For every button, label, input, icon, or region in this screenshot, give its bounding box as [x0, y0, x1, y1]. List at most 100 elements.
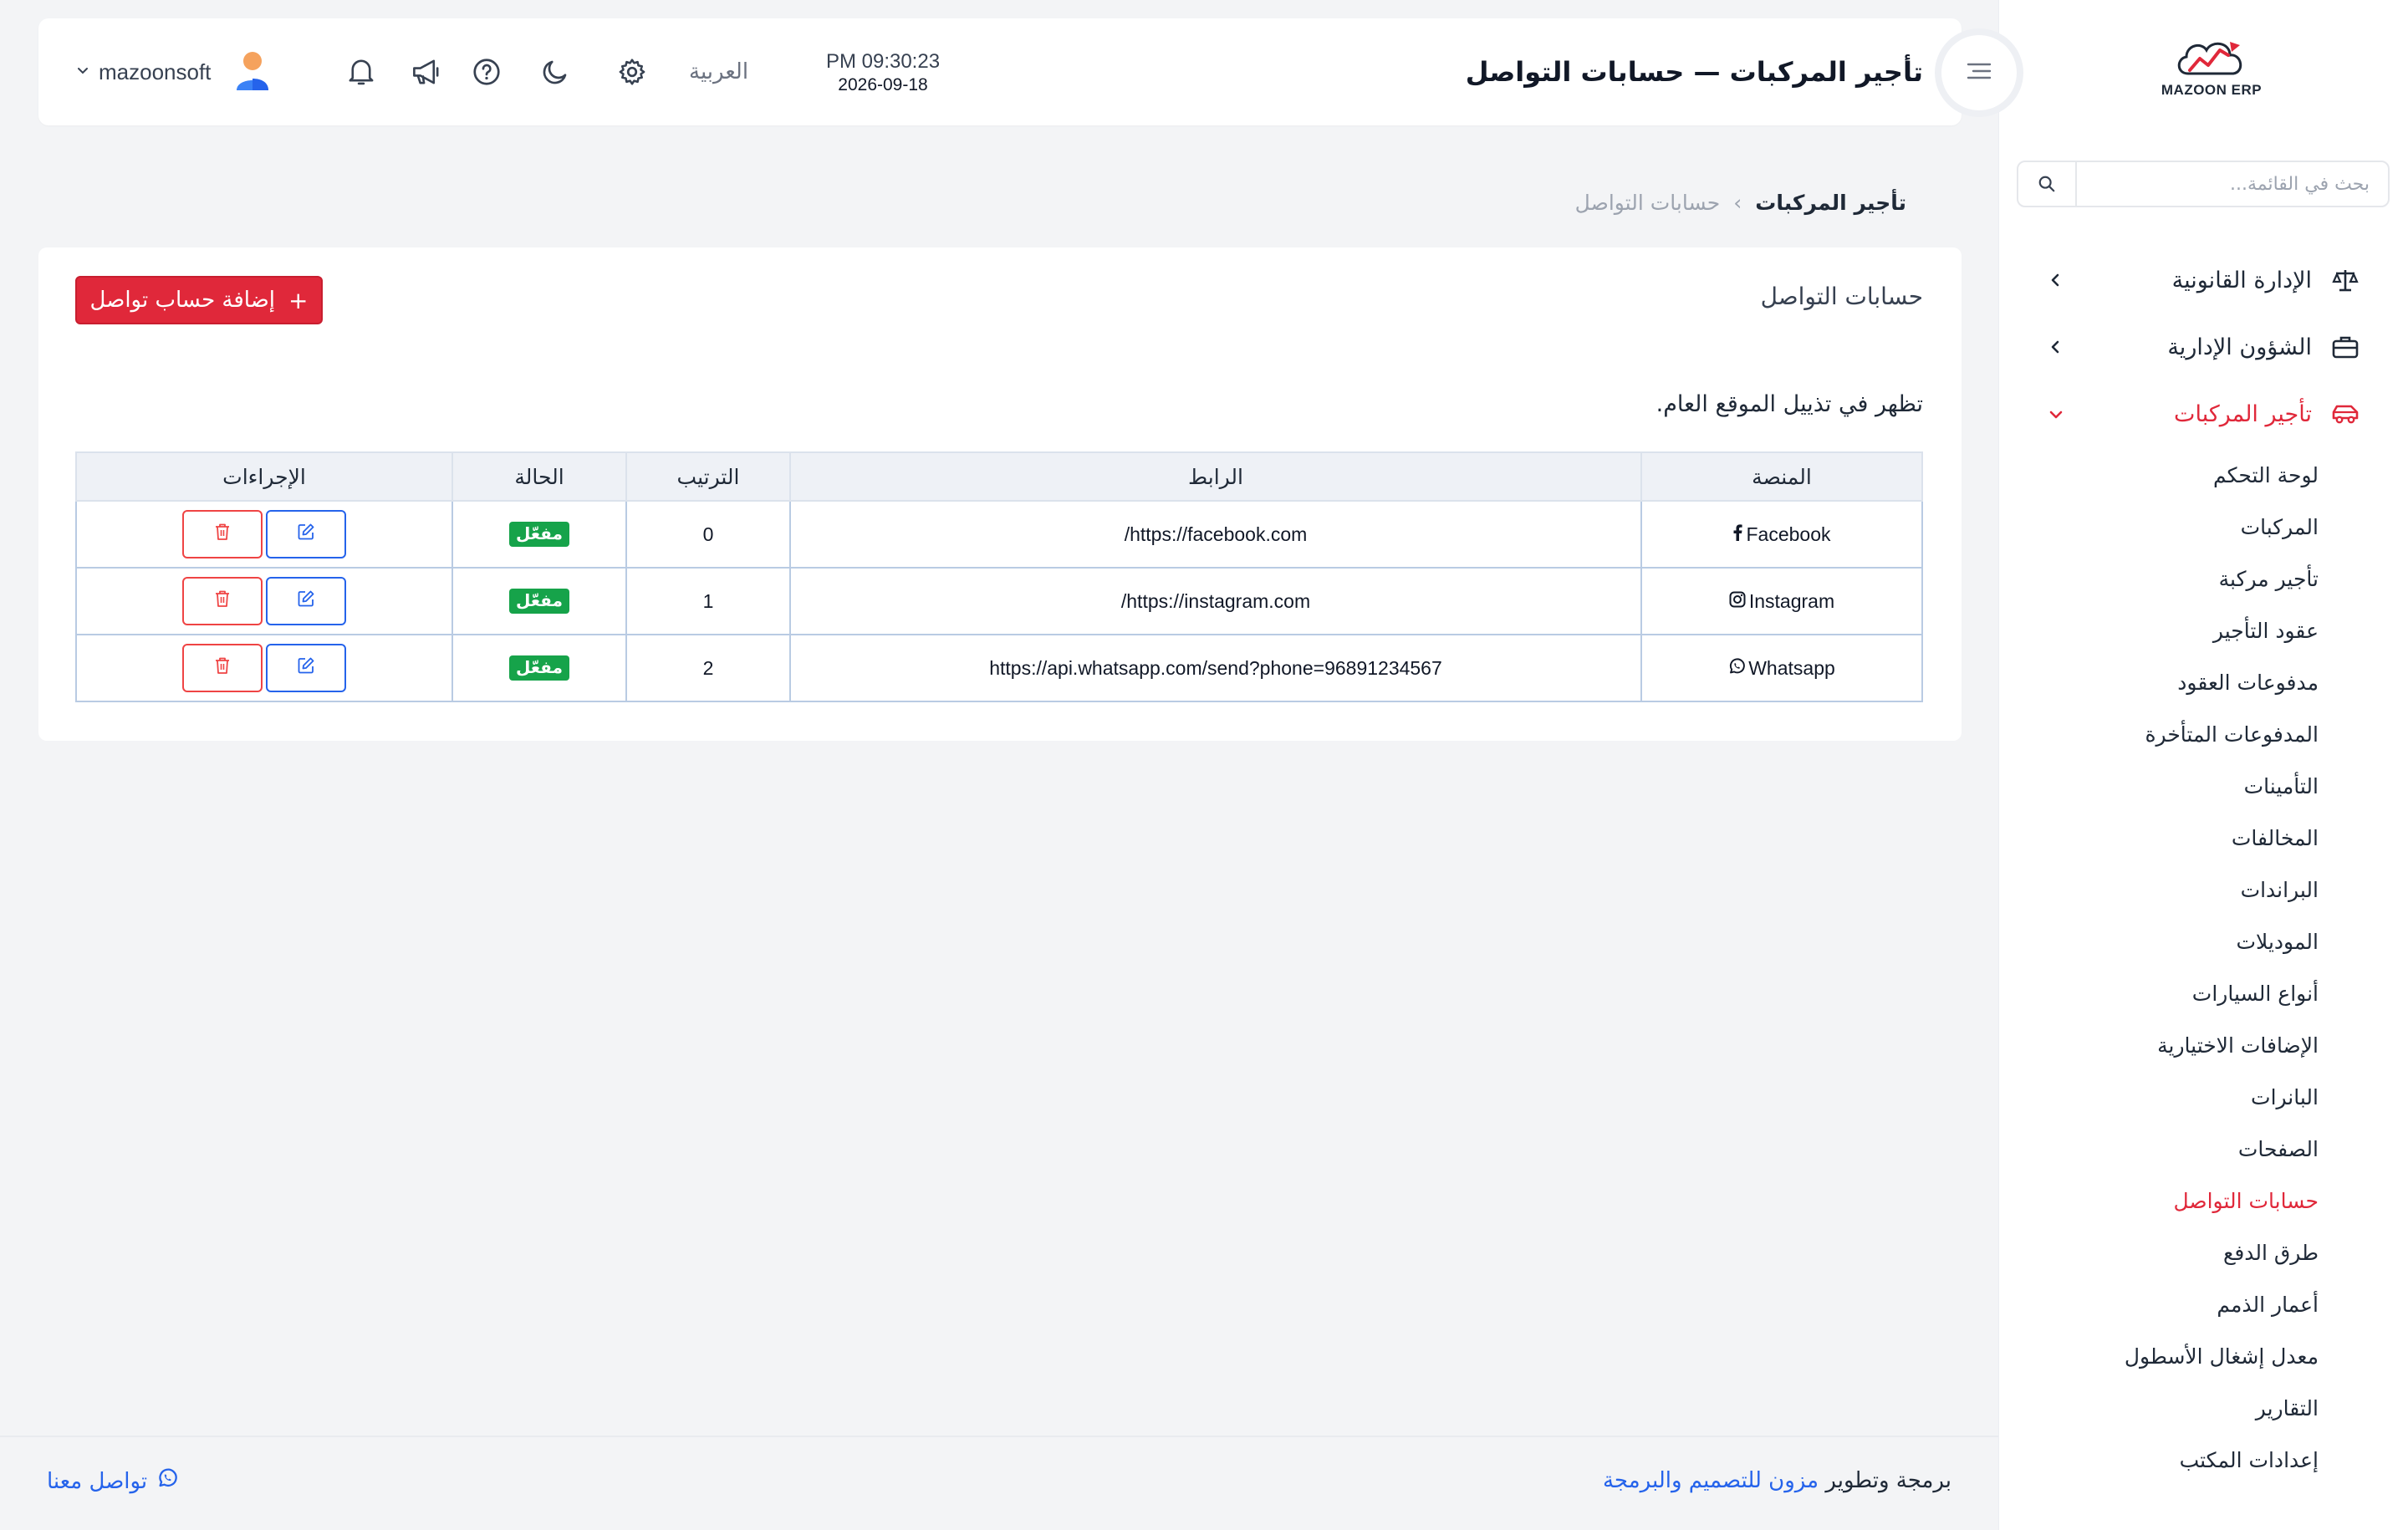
header-platform: المنصة: [1640, 451, 1923, 502]
table-header-row: المنصة الرابط الترتيب الحالة الإجراءات: [75, 451, 1923, 502]
delete-button[interactable]: [182, 577, 263, 625]
actions-cell: [75, 567, 453, 635]
platform-cell: Facebook: [1640, 500, 1923, 569]
sidebar-item-receivables-aging[interactable]: أعمار الذمم: [1998, 1278, 2408, 1330]
breadcrumb-root[interactable]: تأجير المركبات: [1755, 191, 1906, 215]
nav-group-legal[interactable]: الإدارة القانونية: [1998, 247, 2408, 314]
moon-icon[interactable]: [538, 55, 572, 89]
language-switch[interactable]: العربية: [689, 18, 748, 125]
sidebar-toggle-button[interactable]: [1941, 35, 2017, 110]
sidebar-item-banners[interactable]: البانرات: [1998, 1071, 2408, 1123]
sidebar-search-input[interactable]: [2077, 162, 2388, 206]
social-accounts-table: المنصة الرابط الترتيب الحالة الإجراءات F…: [75, 451, 1923, 702]
order-cell: 1: [625, 567, 791, 635]
clock-date: 2026-09-18: [838, 75, 928, 94]
sidebar-item-rent-vehicle[interactable]: تأجير مركبة: [1998, 553, 2408, 604]
add-social-account-button[interactable]: + إضافة حساب تواصل: [75, 276, 323, 324]
status-badge: مفعّل: [509, 655, 569, 681]
sidebar-item-vehicles[interactable]: المركبات: [1998, 501, 2408, 553]
row-actions: [182, 510, 346, 558]
menu-icon: [1965, 59, 1993, 86]
edit-button[interactable]: [266, 577, 346, 625]
trash-icon: [214, 589, 231, 613]
sidebar-item-models[interactable]: الموديلات: [1998, 915, 2408, 967]
edit-icon: [297, 523, 315, 546]
platform-name: Facebook: [1746, 523, 1831, 545]
sidebar-item-overdue-payments[interactable]: المدفوعات المتأخرة: [1998, 708, 2408, 760]
sidebar-item-payment-methods[interactable]: طرق الدفع: [1998, 1227, 2408, 1278]
app-logo[interactable]: MAZOON ERP: [2157, 33, 2266, 117]
status-badge: مفعّل: [509, 522, 569, 547]
credit-brand-link[interactable]: مزون للتصميم والبرمجة: [1603, 1468, 1819, 1493]
contact-us-link[interactable]: تواصل معنا: [47, 1468, 177, 1494]
add-button-label: إضافة حساب تواصل: [89, 288, 275, 313]
whatsapp-icon: [1728, 657, 1746, 680]
trash-icon: [214, 523, 231, 546]
row-actions: [182, 644, 346, 692]
briefcase-icon: [2329, 335, 2362, 359]
edit-icon: [297, 589, 315, 613]
edit-button[interactable]: [266, 644, 346, 692]
delete-button[interactable]: [182, 510, 263, 558]
chevron-left-icon: [2048, 268, 2062, 293]
sidebar-item-reports[interactable]: التقارير: [1998, 1382, 2408, 1434]
logo-text: MAZOON ERP: [2161, 82, 2263, 98]
clock: PM 09:30:23 2026-09-18: [808, 50, 958, 95]
social-accounts-card: حسابات التواصل + إضافة حساب تواصل تظهر ف…: [38, 247, 1962, 741]
sidebar-item-pages[interactable]: الصفحات: [1998, 1123, 2408, 1175]
edit-icon: [297, 656, 315, 680]
nav-group-label: الإدارة القانونية: [2171, 267, 2312, 293]
breadcrumb-current: حسابات التواصل: [1574, 191, 1721, 215]
row-actions: [182, 577, 346, 625]
help-icon[interactable]: [470, 55, 503, 89]
platform-name: Instagram: [1748, 589, 1835, 612]
header-order: الترتيب: [625, 451, 791, 502]
header-link: الرابط: [789, 451, 1642, 502]
table-row: Facebook https://facebook.com/ 0 مفعّل: [75, 500, 1923, 569]
sidebar-item-insurances[interactable]: التأمينات: [1998, 760, 2408, 812]
contact-label: تواصل معنا: [47, 1468, 148, 1494]
sidebar-item-office-settings[interactable]: إعدادات المكتب: [1998, 1434, 2408, 1486]
link-cell: https://instagram.com/: [789, 567, 1642, 635]
car-icon: [2329, 403, 2362, 425]
table-row: Instagram https://instagram.com/ 1 مفعّل: [75, 567, 1923, 635]
nav-group-admin[interactable]: الشؤون الإدارية: [1998, 314, 2408, 380]
plus-icon: +: [288, 286, 309, 314]
header-status: الحالة: [452, 451, 627, 502]
actions-cell: [75, 500, 453, 569]
edit-button[interactable]: [266, 510, 346, 558]
delete-button[interactable]: [182, 644, 263, 692]
platform-cell: Whatsapp: [1640, 634, 1923, 702]
actions-cell: [75, 634, 453, 702]
platform-name: Whatsapp: [1748, 656, 1835, 679]
avatar: [234, 48, 271, 96]
status-cell: مفعّل: [452, 567, 627, 635]
logo-graphic: [2177, 42, 2242, 75]
user-menu[interactable]: mazoonsoft: [77, 18, 271, 125]
sidebar-item-fleet-occupancy[interactable]: معدل إشغال الأسطول: [1998, 1330, 2408, 1382]
sidebar-item-violations[interactable]: المخالفات: [1998, 812, 2408, 864]
sidebar-item-optional-addons[interactable]: الإضافات الاختيارية: [1998, 1019, 2408, 1071]
scale-icon: [2329, 268, 2362, 293]
footer-divider: [0, 1436, 1998, 1437]
bell-icon[interactable]: [344, 55, 378, 89]
sidebar-item-car-types[interactable]: أنواع السيارات: [1998, 967, 2408, 1019]
megaphone-icon[interactable]: [410, 55, 443, 89]
sidebar-nav: الإدارة القانونية الشؤون الإدارية تأجير …: [1998, 247, 2408, 1486]
search-icon[interactable]: [2018, 162, 2077, 206]
sidebar-item-brands[interactable]: البراندات: [1998, 864, 2408, 915]
nav-group-label: تأجير المركبات: [2174, 400, 2312, 427]
platform-label: Whatsapp: [1728, 657, 1835, 680]
nav-group-label: الشؤون الإدارية: [2167, 334, 2312, 360]
gear-icon[interactable]: [615, 55, 649, 89]
nav-group-vehicle-rental[interactable]: تأجير المركبات: [1998, 380, 2408, 447]
sidebar-item-rental-contracts[interactable]: عقود التأجير: [1998, 604, 2408, 656]
breadcrumb: تأجير المركبات › حسابات التواصل: [1575, 191, 1906, 215]
platform-cell: Instagram: [1640, 567, 1923, 635]
username: mazoonsoft: [99, 59, 212, 84]
sidebar-item-dashboard[interactable]: لوحة التحكم: [1998, 449, 2408, 501]
sidebar-item-social-accounts[interactable]: حسابات التواصل: [1998, 1175, 2408, 1227]
chevron-down-icon: [77, 64, 89, 79]
whatsapp-icon: [157, 1468, 177, 1494]
sidebar-item-contract-payments[interactable]: مدفوعات العقود: [1998, 656, 2408, 708]
